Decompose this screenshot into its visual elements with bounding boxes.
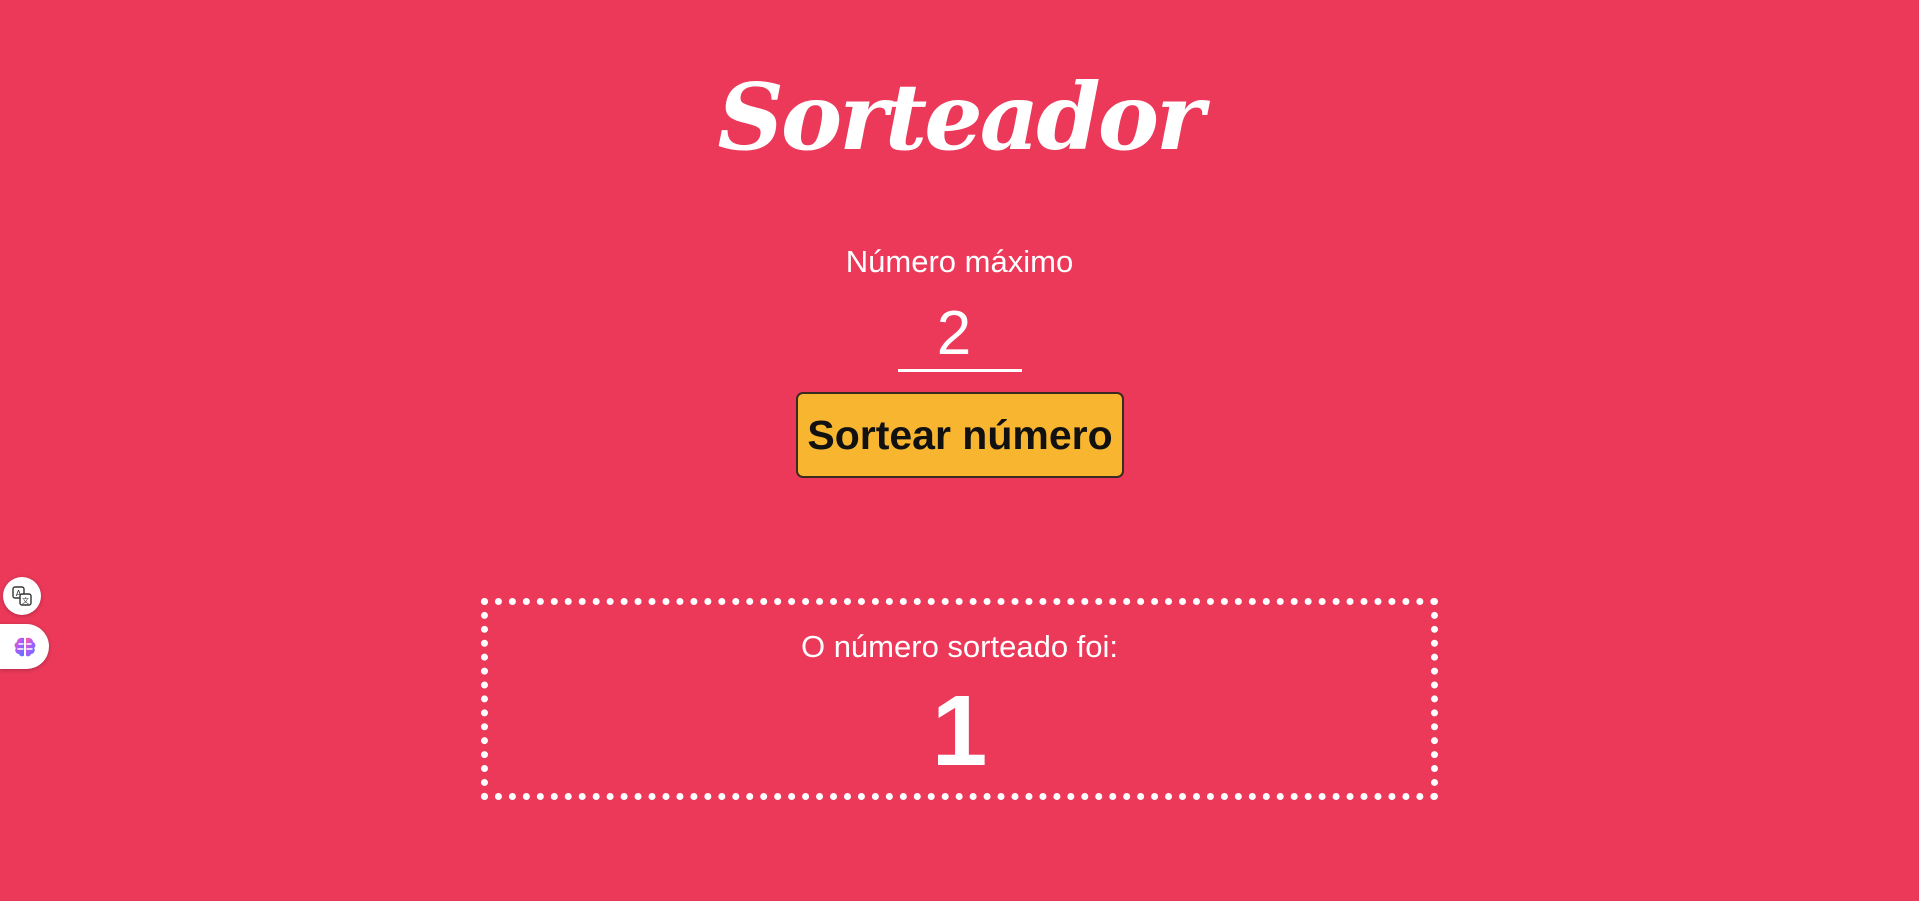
translate-extension-button[interactable]: A 文 [3,577,41,615]
brain-extension-button[interactable] [0,624,49,669]
app-title: Sorteador [717,63,1204,171]
translate-icon: A 文 [12,586,32,606]
svg-text:文: 文 [22,596,29,605]
draw-number-button[interactable]: Sortear número [796,392,1124,478]
result-label: O número sorteado foi: [800,629,1119,664]
result-box: O número sorteado foi: 1 [481,598,1438,800]
brain-icon [14,637,35,656]
max-number-input[interactable] [898,298,1022,372]
max-number-label: Número máximo [845,244,1074,279]
result-number: 1 [931,675,988,787]
page: Sorteador Número máximo Sortear número O… [0,0,1919,901]
